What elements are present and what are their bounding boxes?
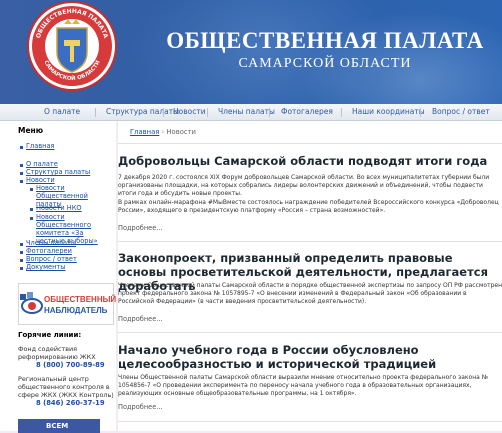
- nav-item-structure[interactable]: Структура палаты: [106, 107, 179, 116]
- breadcrumb: Главная › Новости: [130, 128, 196, 136]
- article-more-link[interactable]: Подробнее...: [118, 315, 163, 323]
- hotline-2-number[interactable]: 8 (846) 260-37-19: [36, 399, 105, 407]
- hotline-1-number[interactable]: 8 (800) 700-89-89: [36, 361, 105, 369]
- nav-item-gallery[interactable]: Фотогалерея: [281, 107, 333, 116]
- nav-separator: [163, 108, 164, 117]
- nav-separator: [420, 108, 421, 117]
- bullet-icon: [20, 164, 23, 167]
- divider: [118, 241, 502, 242]
- divider: [118, 332, 502, 333]
- bullet-icon: [30, 217, 33, 220]
- sidebar-item-about[interactable]: О палате: [26, 160, 122, 168]
- bullet-icon: [30, 188, 33, 191]
- sidebar-item-qa[interactable]: Вопрос / ответ: [26, 255, 122, 263]
- nav-item-qa[interactable]: Вопрос / ответ: [432, 107, 490, 116]
- nav-item-news[interactable]: Новости: [173, 107, 206, 116]
- nav-separator: [95, 108, 96, 117]
- sidebar: Меню Главная О палате Структура палаты Н…: [0, 121, 117, 433]
- nav-separator: [207, 108, 208, 117]
- hotline-1-text: Фонд содействия реформированию ЖКХ: [18, 345, 96, 361]
- bullet-icon: [20, 172, 23, 175]
- article-title[interactable]: Добровольцы Самарской области подводят и…: [118, 154, 502, 168]
- bullet-icon: [20, 259, 23, 262]
- hotline-2-text: Региональный центр общественного контрол…: [18, 375, 114, 399]
- article-more-link[interactable]: Подробнее...: [118, 224, 163, 232]
- breadcrumb-home[interactable]: Главная: [130, 128, 159, 136]
- bullet-icon: [20, 146, 23, 149]
- article-text: В рамках онлайн-марафона #МыВместе состо…: [118, 199, 499, 214]
- sidebar-item-gallery[interactable]: Фотогалереи: [26, 247, 122, 255]
- site-subtitle: САМАРСКОЙ ОБЛАСТИ: [238, 56, 412, 71]
- sidebar-item-structure[interactable]: Структура палаты: [26, 168, 122, 176]
- article-text: Членами Общественной палаты Самарской об…: [118, 282, 502, 305]
- emblem-logo[interactable]: ОБЩЕСТВЕННАЯ ПАЛАТА САМАРСКОЙ ОБЛАСТИ: [24, 0, 120, 96]
- sidebar-item-members[interactable]: Члены палаты: [26, 239, 122, 247]
- bullet-icon: [20, 243, 23, 246]
- hotline-title: Горячие линии:: [18, 331, 82, 339]
- article-text: Члены Общественной палаты Самарской обла…: [118, 374, 488, 397]
- sidebar-item-news[interactable]: Новости: [26, 176, 122, 184]
- bullet-icon: [30, 208, 33, 211]
- divider: [118, 421, 502, 422]
- article-text: 7 декабря 2020 г. состоялся XIX Форум до…: [118, 174, 490, 197]
- sidebar-menu-title: Меню: [18, 126, 44, 135]
- site-title: ОБЩЕСТВЕННАЯ ПАЛАТА: [166, 28, 484, 53]
- observer-eye-icon: [20, 292, 43, 314]
- sidebar-item-documents[interactable]: Документы: [26, 263, 122, 271]
- bullet-icon: [20, 267, 23, 270]
- bullet-icon: [20, 180, 23, 183]
- observer-banner[interactable]: ОБЩЕСТВЕННЫЙ НАБЛЮДАТЕЛЬ: [18, 283, 117, 325]
- nav-separator: [341, 108, 342, 117]
- banner-line2: НАБЛЮДАТЕЛЬ: [44, 306, 108, 315]
- nav-item-members[interactable]: Члены палаты: [218, 107, 275, 116]
- nav-item-about[interactable]: О палате: [44, 107, 80, 116]
- sidebar-item-home[interactable]: Главная: [26, 142, 122, 150]
- article-title[interactable]: Начало учебного года в России обусловлен…: [118, 343, 502, 371]
- nav-item-contacts[interactable]: Наши координаты: [352, 107, 425, 116]
- breadcrumb-current: Новости: [166, 128, 196, 136]
- divider: [118, 143, 502, 144]
- banner-line1: ОБЩЕСТВЕННЫЙ: [44, 295, 117, 304]
- top-nav: О палате Структура палаты Новости Члены …: [0, 104, 502, 121]
- bottom-banner-text: ВСЕМ: [46, 422, 69, 430]
- bullet-icon: [20, 251, 23, 254]
- sidebar-item-news-nko[interactable]: Новости НКО: [36, 204, 114, 212]
- breadcrumb-arrow-icon: ›: [161, 128, 165, 136]
- site-header: ОБЩЕСТВЕННАЯ ПАЛАТА САМАРСКОЙ ОБЛАСТИ ОБ…: [0, 0, 502, 104]
- article-more-link[interactable]: Подробнее...: [118, 403, 163, 411]
- main-content: Главная › Новости Добровольцы Самарской …: [118, 121, 502, 431]
- nav-separator: [269, 108, 270, 117]
